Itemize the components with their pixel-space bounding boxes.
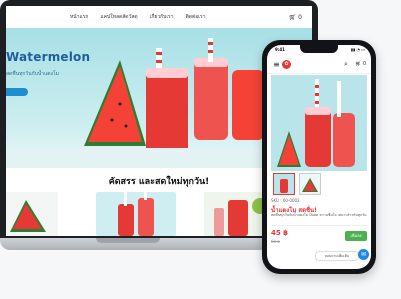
product-photo — [271, 75, 367, 171]
product-card-image — [6, 192, 58, 236]
phone-cart-count: 0 — [362, 61, 367, 67]
chat-bubble[interactable]: สอบถามเพิ่มเติม — [315, 251, 359, 261]
nav-products-link[interactable]: แคปใหลดสัดวัสดุ — [100, 13, 137, 21]
logo-icon[interactable]: ✿ — [282, 60, 291, 69]
status-icons: ▮▮ ◔ ▭ — [350, 47, 365, 52]
phone-frame: 9:41 ▮▮ ◔ ▭ ≡ ✿ ⌕ 🛒︎ 0 SKU: 00-0002 น้ำ… — [262, 40, 376, 274]
cart-icon: 🛒︎ — [355, 61, 362, 67]
cart-icon: 🛒︎ — [288, 13, 297, 21]
product-main-image — [271, 75, 367, 171]
hero-title: Watermelon — [6, 50, 91, 64]
nav-cart-count: 0 — [298, 13, 302, 21]
search-icon[interactable]: ⌕ — [344, 60, 348, 69]
chat-icon[interactable]: ✉︎ — [358, 249, 369, 260]
phone-cart[interactable]: 🛒︎ 0 — [355, 61, 366, 67]
nav-links: หน้าแรก แคปใหลดสัดวัสดุ เกี่ยวกับเรา ติด… — [70, 13, 206, 21]
phone-screen: 9:41 ▮▮ ◔ ▭ ≡ ✿ ⌕ 🛒︎ 0 SKU: 00-0002 น้ำ… — [267, 45, 371, 269]
product-thumbnail-1[interactable] — [273, 173, 295, 195]
site-navigation: หน้าแรก แคปใหลดสัดวัสดุ เกี่ยวกับเรา ติด… — [6, 6, 312, 29]
price-box: 45 ฿ 60 ฿ เพิ่มลง — [271, 225, 367, 248]
product-old-price: 60 ฿ — [271, 239, 280, 244]
thumbnail-image — [300, 174, 320, 194]
product-thumbnail-2[interactable] — [299, 173, 321, 195]
nav-cart[interactable]: 🛒︎ 0 — [289, 14, 302, 21]
product-card-watermelon[interactable] — [6, 192, 58, 236]
product-card-image — [96, 192, 176, 236]
nav-home-link[interactable]: หน้าแรก — [70, 13, 88, 21]
hero-shop-button[interactable] — [6, 88, 28, 96]
product-sku: SKU : 00-0002 — [271, 198, 300, 203]
laptop-notch — [96, 238, 160, 243]
nav-about-link[interactable]: เกี่ยวกับเรา — [150, 13, 174, 21]
menu-icon[interactable]: ≡ — [273, 60, 280, 69]
product-card-juice[interactable] — [96, 192, 176, 236]
hero-subtitle: สดชื่นทุกวันกับน้ำแตงโม — [6, 71, 59, 77]
add-to-cart-button[interactable]: เพิ่มลง — [345, 231, 367, 241]
product-price: 45 ฿ — [271, 229, 289, 237]
thumbnail-image — [274, 174, 294, 194]
phone-notch — [300, 45, 338, 53]
product-description: สดชื่นทุกวันกับน้ำแตงโม ปั่นสด หวานชื่นใ… — [271, 213, 367, 217]
status-time: 9:41 — [275, 47, 285, 52]
nav-contact-link[interactable]: ติดต่อเรา — [186, 13, 206, 21]
phone-header: ≡ ✿ ⌕ 🛒︎ 0 — [267, 57, 371, 74]
